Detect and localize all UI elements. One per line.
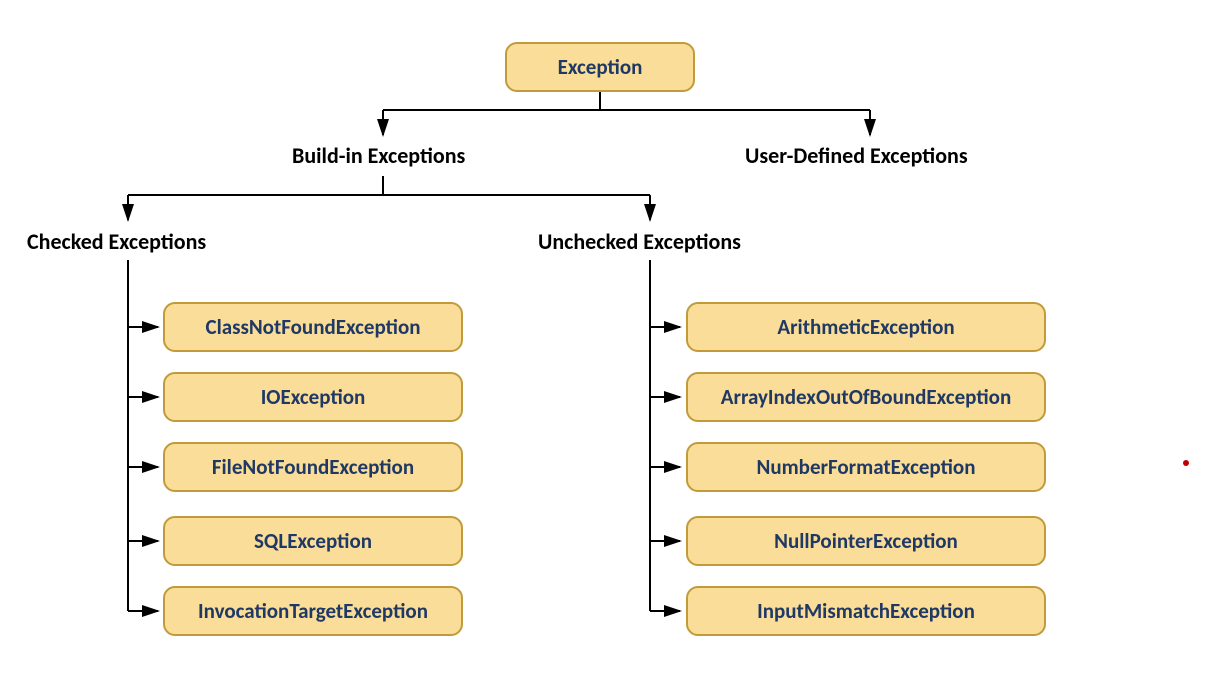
label-checked: Checked Exceptions — [27, 228, 206, 255]
node-unchecked-2-label: NumberFormatException — [757, 454, 976, 480]
node-exception: Exception — [505, 42, 695, 92]
node-unchecked-1-label: ArrayIndexOutOfBoundException — [721, 384, 1011, 410]
node-checked-2-label: FileNotFoundException — [212, 454, 414, 480]
node-unchecked-3-label: NullPointerException — [774, 528, 958, 554]
red-dot — [1183, 460, 1189, 466]
node-unchecked-0: ArithmeticException — [686, 302, 1046, 352]
node-unchecked-0-label: ArithmeticException — [777, 314, 954, 340]
node-checked-3-label: SQLException — [254, 528, 372, 554]
node-checked-4-label: InvocationTargetException — [198, 598, 428, 624]
node-checked-2: FileNotFoundException — [163, 442, 463, 492]
node-unchecked-3: NullPointerException — [686, 516, 1046, 566]
node-unchecked-4-label: InputMismatchException — [757, 598, 975, 624]
node-checked-1: IOException — [163, 372, 463, 422]
node-unchecked-2: NumberFormatException — [686, 442, 1046, 492]
node-checked-0-label: ClassNotFoundException — [205, 314, 420, 340]
label-userdefined: User-Defined Exceptions — [745, 142, 968, 169]
node-unchecked-1: ArrayIndexOutOfBoundException — [686, 372, 1046, 422]
node-checked-4: InvocationTargetException — [163, 586, 463, 636]
node-checked-3: SQLException — [163, 516, 463, 566]
node-checked-1-label: IOException — [261, 384, 366, 410]
node-unchecked-4: InputMismatchException — [686, 586, 1046, 636]
node-checked-0: ClassNotFoundException — [163, 302, 463, 352]
label-unchecked: Unchecked Exceptions — [538, 228, 741, 255]
label-builtin: Build-in Exceptions — [292, 142, 465, 169]
node-exception-label: Exception — [558, 54, 643, 80]
